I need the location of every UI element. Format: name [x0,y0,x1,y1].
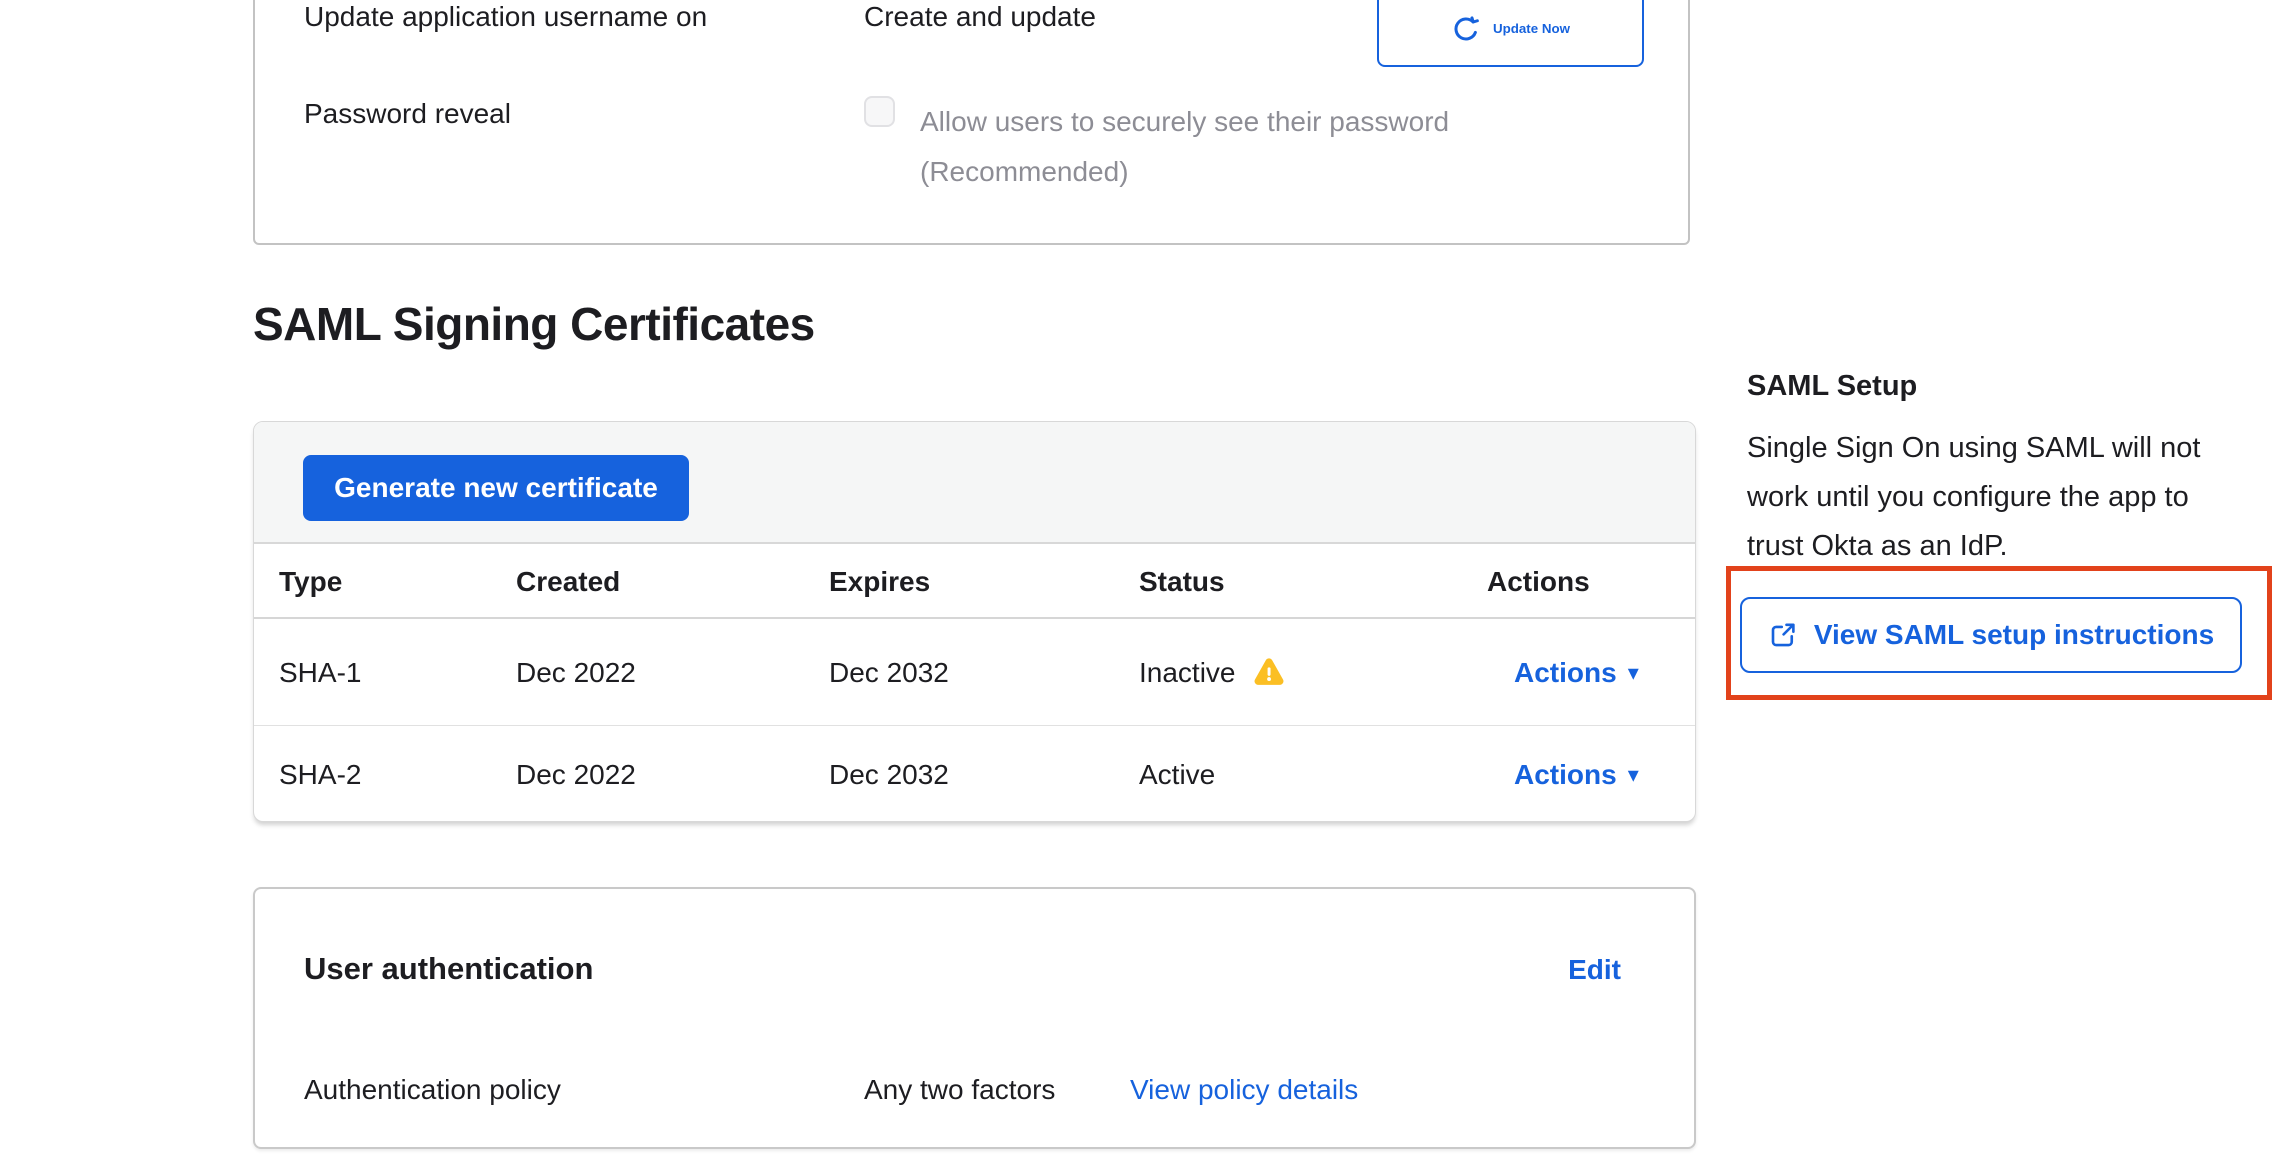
password-reveal-option-note: (Recommended) [920,147,1449,197]
password-reveal-option: Allow users to securely see their passwo… [920,97,1449,197]
username-update-value: Create and update [864,0,1096,34]
warning-icon [1252,656,1286,690]
update-now-label: Update Now [1493,21,1570,36]
col-header-type: Type [279,566,516,598]
cell-type: SHA-2 [279,759,516,791]
password-reveal-label: Password reveal [304,97,824,131]
actions-dropdown-sha1[interactable]: Actions ▾ [1514,657,1639,689]
page-canvas: Update application username on Create an… [0,0,2279,1158]
chevron-down-icon: ▾ [1628,662,1639,684]
col-header-created: Created [516,566,829,598]
generate-certificate-button[interactable]: Generate new certificate [303,455,689,521]
password-reveal-checkbox[interactable] [864,96,895,127]
generate-certificate-label: Generate new certificate [334,472,658,504]
certificates-table-header: Type Created Expires Status Actions [254,546,1695,619]
user-authentication-panel: User authentication Edit Authentication … [253,887,1696,1149]
auth-policy-value: Any two factors [864,1074,1055,1106]
cell-created: Dec 2022 [516,657,829,689]
col-header-status: Status [1139,566,1487,598]
status-text: Active [1139,759,1215,791]
cell-actions: Actions ▾ [1487,759,1695,791]
saml-certificates-panel: Generate new certificate Type Created Ex… [253,421,1696,822]
cell-status: Active [1139,759,1487,791]
view-saml-setup-instructions-button[interactable]: View SAML setup instructions [1740,597,2242,673]
cell-type: SHA-1 [279,657,516,689]
actions-label: Actions [1514,759,1617,791]
cell-expires: Dec 2032 [829,759,1139,791]
page-title: SAML Signing Certificates [253,297,815,351]
cell-created: Dec 2022 [516,759,829,791]
cell-status: Inactive [1139,656,1487,690]
col-header-actions: Actions [1487,566,1695,598]
actions-label: Actions [1514,657,1617,689]
auth-policy-label: Authentication policy [304,1074,561,1106]
actions-dropdown-sha2[interactable]: Actions ▾ [1514,759,1639,791]
col-header-expires: Expires [829,566,1139,598]
sso-settings-panel: Update application username on Create an… [253,0,1690,245]
table-row-sha1: SHA-1 Dec 2022 Dec 2032 Inactive Actions… [254,621,1695,726]
view-saml-setup-instructions-label: View SAML setup instructions [1814,619,2214,651]
view-policy-details-link[interactable]: View policy details [1130,1074,1358,1106]
password-reveal-option-text: Allow users to securely see their passwo… [920,97,1449,147]
cell-actions: Actions ▾ [1487,657,1695,689]
refresh-icon [1451,14,1481,44]
saml-setup-heading: SAML Setup [1747,370,1917,403]
edit-link[interactable]: Edit [1568,954,1621,986]
username-update-label: Update application username on [304,0,824,34]
chevron-down-icon: ▾ [1628,764,1639,786]
update-now-button[interactable]: Update Now [1377,0,1644,67]
cell-expires: Dec 2032 [829,657,1139,689]
status-text: Inactive [1139,657,1236,689]
user-auth-heading: User authentication [304,951,593,987]
saml-setup-description: Single Sign On using SAML will not work … [1747,424,2239,571]
external-link-icon [1768,620,1798,650]
table-row-sha2: SHA-2 Dec 2022 Dec 2032 Active Actions ▾ [254,727,1695,822]
